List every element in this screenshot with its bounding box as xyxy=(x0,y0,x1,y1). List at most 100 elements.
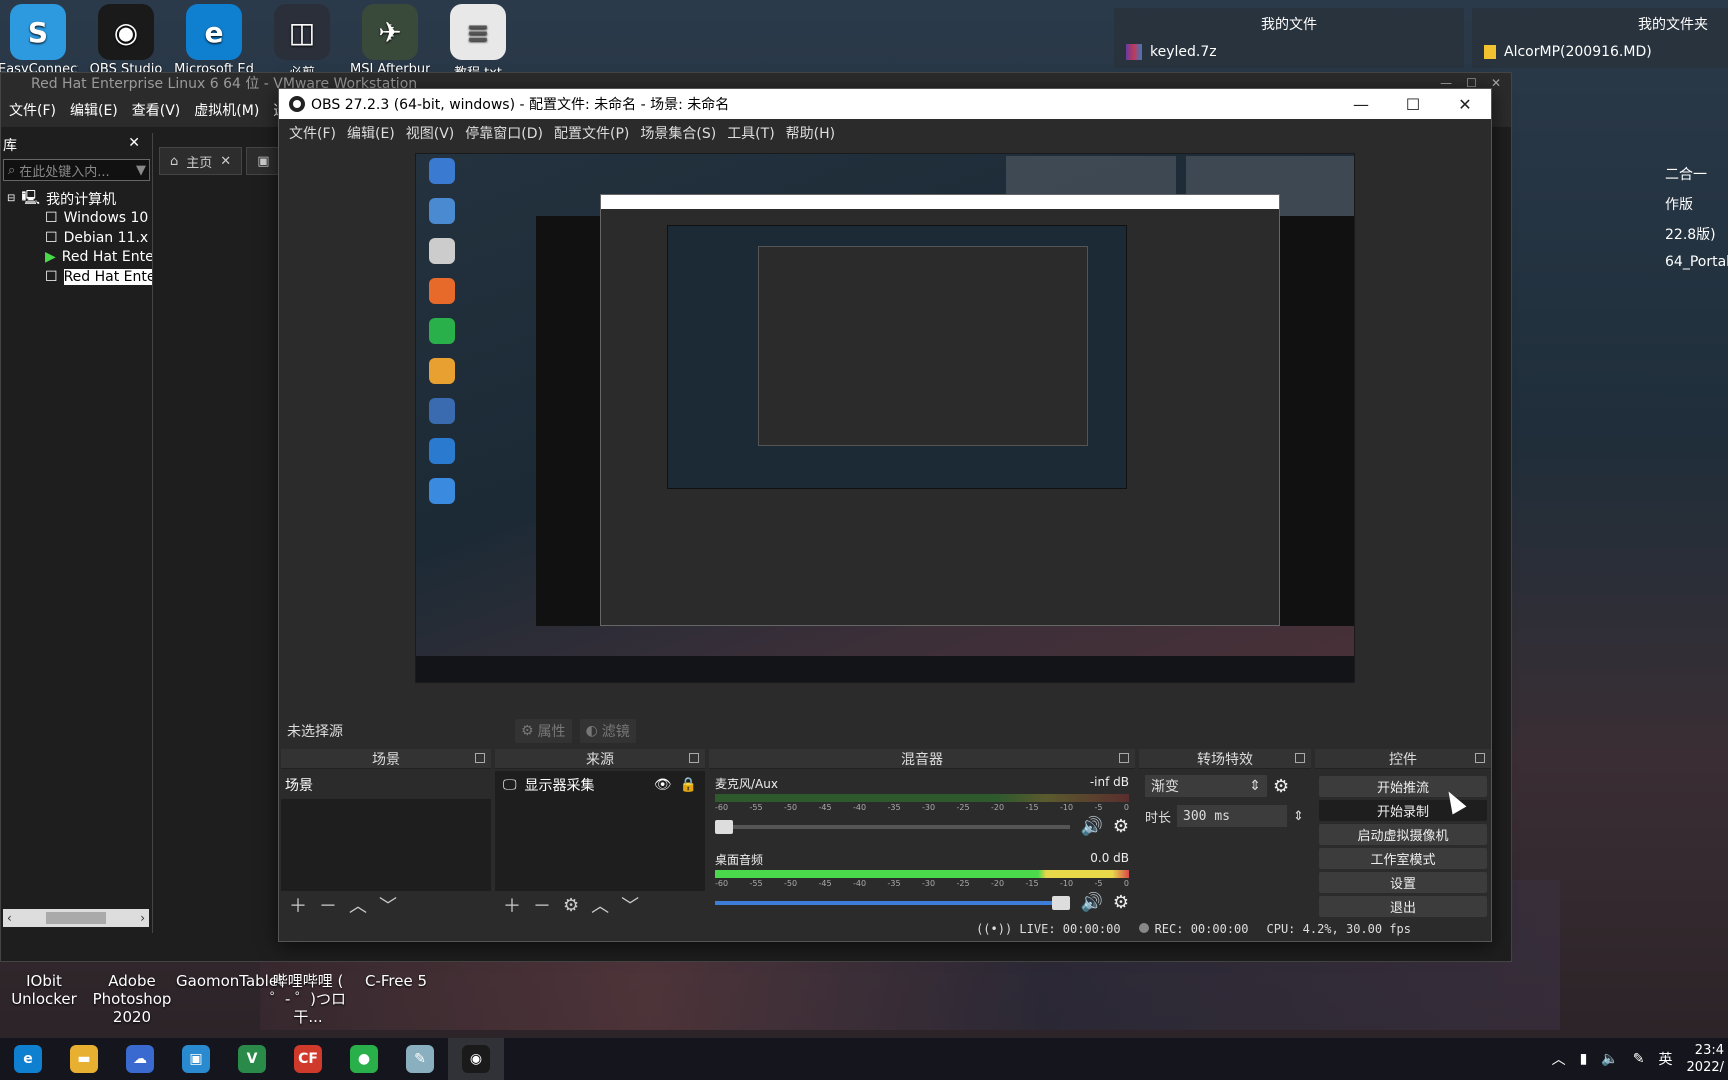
tree-item[interactable]: ☐ Debian 11.x 6 xyxy=(7,228,152,248)
float-icon[interactable] xyxy=(1119,753,1129,763)
pen-icon[interactable]: ✎ xyxy=(1633,1051,1645,1067)
speaker-icon[interactable]: 🔊 xyxy=(1080,892,1102,913)
taskbar-app-excel-like[interactable]: V xyxy=(224,1038,280,1080)
obs-logo-icon xyxy=(289,96,305,112)
notepad-icon: ✎ xyxy=(406,1045,434,1073)
add-icon[interactable]: ＋ xyxy=(289,892,307,918)
float-icon[interactable] xyxy=(1295,753,1305,763)
desktop-shortcut[interactable]: Adobe Photoshop 2020 xyxy=(88,972,176,1026)
vm-menu-file[interactable]: 文件(F) xyxy=(9,100,56,120)
desktop-icon[interactable]: ◉ OBS Studio xyxy=(86,0,166,77)
volume-slider[interactable] xyxy=(715,895,1071,910)
scenes-title: 场景 xyxy=(372,751,400,768)
float-icon[interactable] xyxy=(1475,753,1485,763)
gear-icon[interactable]: ⚙ xyxy=(1113,892,1129,913)
tab-vm[interactable]: ▣ xyxy=(246,147,281,175)
desktop-text: 22.8版) xyxy=(1665,227,1716,243)
vm-menu-edit[interactable]: 编辑(E) xyxy=(70,100,118,120)
transition-select[interactable]: 渐变 ⇕ xyxy=(1145,775,1267,797)
preview-canvas[interactable] xyxy=(415,153,1355,683)
obs-menu-file[interactable]: 文件(F) xyxy=(289,123,347,143)
close-icon[interactable]: ✕ xyxy=(220,154,231,169)
folder-item[interactable]: AlcorMP(200916.MD) xyxy=(1472,40,1728,64)
taskbar-app-cf[interactable]: CF xyxy=(280,1038,336,1080)
add-icon[interactable]: ＋ xyxy=(503,892,521,918)
taskbar-app-wechat[interactable]: ● xyxy=(336,1038,392,1080)
float-icon[interactable] xyxy=(475,753,485,763)
tree-item[interactable]: ▶ Red Hat Ente xyxy=(7,248,152,268)
chevron-down-icon[interactable]: ▼ xyxy=(136,163,149,178)
desktop-shortcut[interactable]: IObit Unlocker xyxy=(0,972,88,1026)
remove-icon[interactable]: － xyxy=(533,892,551,918)
properties-button[interactable]: ⚙ 属性 xyxy=(515,719,572,743)
float-icon[interactable] xyxy=(689,753,699,763)
library-search-input[interactable]: ⌕ 在此处键入内... ▼ xyxy=(3,159,150,181)
volume-icon[interactable]: 🔈 xyxy=(1601,1051,1618,1067)
obs-menu-tools[interactable]: 工具(T) xyxy=(727,123,785,143)
chevron-up-icon[interactable]: ︿ xyxy=(349,892,367,918)
start-virtual-camera-button[interactable]: 启动虚拟摄像机 xyxy=(1319,824,1487,845)
desktop-shortcut[interactable]: 哔哩哔哩 ( ゜- ゜)つロ 干... xyxy=(264,972,352,1026)
obs-menu-docks[interactable]: 停靠窗口(D) xyxy=(465,123,554,143)
exit-button[interactable]: 退出 xyxy=(1319,896,1487,917)
chevron-down-icon[interactable]: ﹀ xyxy=(621,892,639,918)
taskbar-app-vmware[interactable]: ▣ xyxy=(168,1038,224,1080)
scene-item[interactable]: 场景 xyxy=(281,771,491,799)
desktop-shortcut[interactable]: GaomonTablet xyxy=(176,972,284,1026)
gear-icon[interactable]: ⚙ xyxy=(563,895,579,916)
close-icon[interactable]: ✕ xyxy=(1439,89,1491,119)
start-streaming-button[interactable]: 开始推流 xyxy=(1319,776,1487,797)
desktop-icon[interactable]: S EasyConnect xyxy=(0,0,78,77)
taskbar-app-cloud[interactable]: ☁ xyxy=(112,1038,168,1080)
maximize-icon[interactable]: ☐ xyxy=(1387,89,1439,119)
obs-menu-help[interactable]: 帮助(H) xyxy=(786,123,846,143)
close-icon[interactable]: ✕ xyxy=(128,135,140,155)
tree-item[interactable]: ☐ Windows 10 xyxy=(7,209,152,229)
obs-menu-profile[interactable]: 配置文件(P) xyxy=(554,123,640,143)
remove-icon[interactable]: － xyxy=(319,892,337,918)
vm-icon: ▣ xyxy=(257,153,270,169)
library-scrollbar[interactable]: ‹ › xyxy=(3,909,149,927)
chevron-up-icon[interactable]: ︿ xyxy=(1552,1049,1566,1069)
close-icon[interactable]: ✕ xyxy=(1491,76,1501,90)
ime-indicator[interactable]: 英 xyxy=(1659,1049,1673,1069)
settings-button[interactable]: 设置 xyxy=(1319,872,1487,893)
obs-menu-edit[interactable]: 编辑(E) xyxy=(347,123,406,143)
vm-menu-view[interactable]: 查看(V) xyxy=(132,100,181,120)
chevron-up-icon[interactable]: ︿ xyxy=(591,892,609,918)
minimize-icon[interactable]: — xyxy=(1335,89,1387,119)
scenes-list: 场景 xyxy=(281,771,491,891)
tab-home[interactable]: ⌂ 主页 ✕ xyxy=(159,147,243,175)
chevron-down-icon[interactable]: ﹀ xyxy=(379,892,397,918)
no-source-label: 未选择源 xyxy=(287,724,343,740)
stepper-icon[interactable]: ⇕ xyxy=(1293,809,1304,824)
volume-slider[interactable] xyxy=(715,819,1071,834)
taskbar-app-notepad[interactable]: ✎ xyxy=(392,1038,448,1080)
duration-input[interactable]: 300 ms xyxy=(1177,805,1288,827)
app-icon: ≡ xyxy=(450,4,506,60)
clock[interactable]: 23:4 2022/ xyxy=(1687,1042,1724,1076)
source-item[interactable]: 🖵 显示器采集 👁 🔒 xyxy=(495,771,705,799)
studio-mode-button[interactable]: 工作室模式 xyxy=(1319,848,1487,869)
desktop-icon[interactable]: ✈ MSI Afterbur xyxy=(350,0,430,77)
desktop-shortcut[interactable]: C-Free 5 xyxy=(352,972,440,1026)
tree-item[interactable]: ☐ Red Hat Ente xyxy=(7,267,152,287)
desktop-icon[interactable]: ≡教程.txt xyxy=(438,0,518,81)
taskbar-app-obs[interactable]: ◉ xyxy=(448,1038,504,1080)
filters-button[interactable]: ◐ 滤镜 xyxy=(579,719,636,743)
eye-icon[interactable]: 👁 xyxy=(654,777,672,793)
file-item[interactable]: keyled.7z xyxy=(1114,40,1464,64)
obs-menu-view[interactable]: 视图(V) xyxy=(406,123,466,143)
usb-icon[interactable]: ▮ xyxy=(1580,1051,1588,1067)
desktop-icon[interactable]: e Microsoft Ed xyxy=(174,0,254,77)
taskbar-app-edge[interactable]: e xyxy=(0,1038,56,1080)
desktop-icon[interactable]: ◫必剪 xyxy=(262,0,342,81)
obs-menu-scene-collection[interactable]: 场景集合(S) xyxy=(640,123,727,143)
gear-icon[interactable]: ⚙ xyxy=(1273,776,1289,797)
lock-icon[interactable]: 🔒 xyxy=(680,777,697,793)
taskbar-app-explorer[interactable]: ▬ xyxy=(56,1038,112,1080)
gear-icon[interactable]: ⚙ xyxy=(1113,816,1129,837)
vm-menu-vm[interactable]: 虚拟机(M) xyxy=(194,100,259,120)
speaker-icon[interactable]: 🔊 xyxy=(1080,816,1102,837)
tree-root[interactable]: ⊟ 🖳 我的计算机 xyxy=(7,189,152,209)
